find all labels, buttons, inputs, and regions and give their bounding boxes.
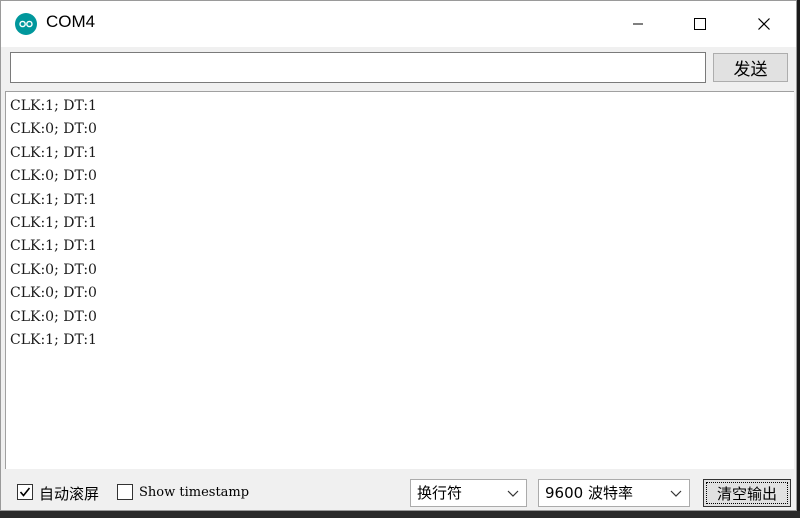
show-timestamp-checkbox[interactable] bbox=[117, 484, 133, 500]
minimize-icon bbox=[633, 23, 643, 25]
output-line: CLK:0; DT:0 bbox=[10, 285, 97, 302]
output-line: CLK:1; DT:1 bbox=[10, 144, 97, 161]
output-line: CLK:1; DT:1 bbox=[10, 191, 97, 208]
window-title: COM4 bbox=[46, 12, 96, 31]
line-ending-select[interactable]: 换行符 bbox=[410, 479, 527, 507]
checkmark-icon bbox=[19, 487, 31, 497]
maximize-button[interactable] bbox=[669, 1, 731, 47]
bottom-bar: 自动滚屏 Show timestamp 换行符 9600 波特率 清空输出 bbox=[1, 471, 796, 511]
baud-rate-value: 9600 波特率 bbox=[545, 484, 633, 502]
output-line: CLK:1; DT:1 bbox=[10, 214, 97, 231]
show-timestamp-label: Show timestamp bbox=[139, 485, 250, 500]
output-line: CLK:0; DT:0 bbox=[10, 308, 97, 325]
serial-output[interactable]: CLK:1; DT:1 CLK:0; DT:0 CLK:1; DT:1 CLK:0; … bbox=[5, 91, 794, 469]
close-icon bbox=[758, 18, 770, 30]
chevron-down-icon bbox=[670, 480, 682, 514]
send-button[interactable]: 发送 bbox=[713, 53, 788, 82]
chevron-down-icon bbox=[507, 480, 519, 514]
maximize-icon bbox=[694, 18, 706, 30]
serial-monitor-window: COM4 发送 CLK:1; DT:1 CLK:0; DT:0 CLK:1; DT:… bbox=[0, 0, 797, 511]
output-line: CLK:0; DT:0 bbox=[10, 168, 97, 185]
close-button[interactable] bbox=[733, 1, 795, 47]
baud-rate-select[interactable]: 9600 波特率 bbox=[538, 479, 690, 507]
output-line: CLK:0; DT:0 bbox=[10, 121, 97, 138]
output-line: CLK:1; DT:1 bbox=[10, 238, 97, 255]
title-bar: COM4 bbox=[1, 1, 796, 47]
arduino-logo-icon bbox=[15, 13, 37, 35]
autoscroll-checkbox[interactable] bbox=[17, 484, 33, 500]
background-strip bbox=[0, 511, 800, 518]
autoscroll-label: 自动滚屏 bbox=[39, 485, 100, 503]
output-line: CLK:1; DT:1 bbox=[10, 98, 97, 114]
output-line: CLK:1; DT:1 bbox=[10, 331, 97, 348]
output-line: CLK:0; DT:0 bbox=[10, 261, 97, 278]
send-row: 发送 bbox=[1, 47, 796, 89]
line-ending-value: 换行符 bbox=[417, 484, 463, 502]
minimize-button[interactable] bbox=[607, 1, 669, 47]
send-input[interactable] bbox=[10, 52, 706, 83]
clear-output-button[interactable]: 清空输出 bbox=[703, 479, 791, 507]
